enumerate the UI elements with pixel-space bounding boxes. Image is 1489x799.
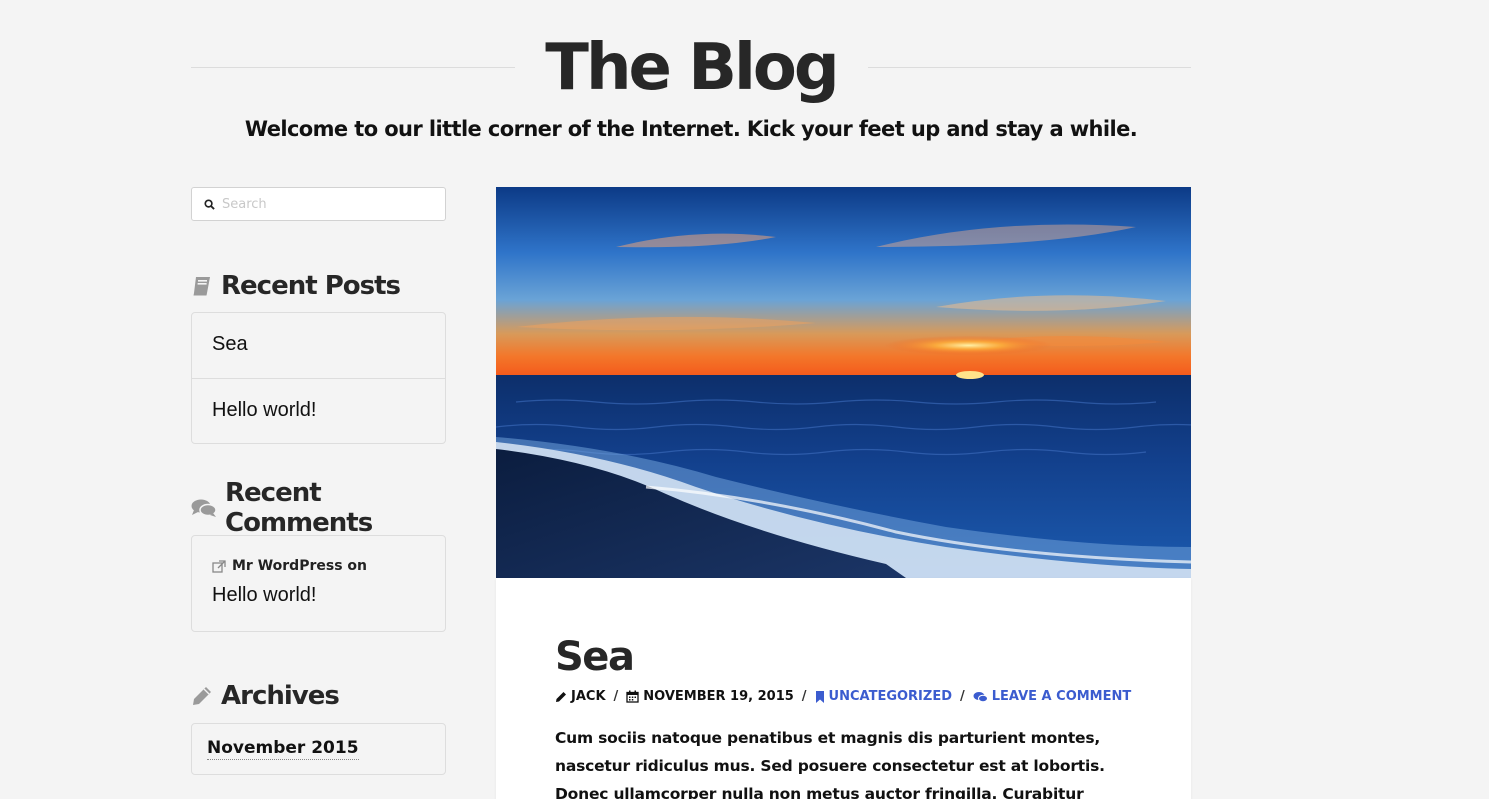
archives-list: November 2015 — [191, 723, 446, 775]
featured-image[interactable] — [496, 187, 1191, 578]
recent-post-link[interactable]: Sea — [192, 313, 445, 378]
post-author[interactable]: JACK — [555, 689, 606, 704]
recent-posts-list: Sea Hello world! — [191, 312, 446, 444]
page: The Blog Welcome to our little corner of… — [0, 0, 1489, 799]
meta-separator: / — [613, 689, 619, 704]
recent-posts-heading: Recent Posts — [191, 268, 401, 304]
recent-post-link[interactable]: Hello world! — [192, 378, 445, 443]
meta-separator: / — [801, 689, 807, 704]
leave-comment-link[interactable]: LEAVE A COMMENT — [973, 689, 1132, 704]
search-box[interactable] — [191, 187, 446, 221]
pencil-icon — [191, 685, 213, 707]
site-title[interactable]: The Blog — [191, 28, 1191, 108]
bookmark-icon — [815, 690, 824, 703]
post-date[interactable]: NOVEMBER 19, 2015 — [626, 689, 794, 704]
archive-link[interactable]: November 2015 — [207, 738, 359, 760]
calendar-icon — [626, 690, 639, 703]
meta-separator: / — [960, 689, 965, 704]
external-link-icon — [212, 559, 226, 573]
post-author-name: JACK — [571, 689, 606, 704]
archives-title: Archives — [221, 681, 340, 711]
pencil-icon — [556, 691, 566, 702]
comment-post-link[interactable]: Hello world! — [212, 584, 316, 607]
post-card: Sea JACK / NOVEMBER 19, 2015 / UNCATEGOR… — [496, 578, 1191, 799]
recent-posts-title: Recent Posts — [221, 271, 401, 301]
post-category-link[interactable]: UNCATEGORIZED — [815, 689, 952, 704]
comment-meta: Mr WordPress on — [212, 558, 367, 574]
search-icon — [204, 199, 215, 210]
recent-comments-title: Recent Comments — [225, 478, 373, 538]
post-category-text: UNCATEGORIZED — [828, 689, 952, 704]
leave-comment-text: LEAVE A COMMENT — [991, 689, 1132, 704]
post-meta: JACK / NOVEMBER 19, 2015 / UNCATEGORIZED… — [555, 689, 1131, 704]
recent-comments-box: Mr WordPress on Hello world! — [191, 535, 446, 632]
main-content: Sea JACK / NOVEMBER 19, 2015 / UNCATEGOR… — [496, 187, 1191, 799]
book-icon — [191, 275, 213, 297]
archives-heading: Archives — [191, 678, 340, 714]
post-excerpt: Cum sociis natoque penatibus et magnis d… — [555, 729, 1105, 799]
site-tagline: Welcome to our little corner of the Inte… — [244, 117, 1138, 141]
comments-icon — [191, 498, 217, 518]
comment-author[interactable]: Mr WordPress on — [232, 558, 367, 574]
site-header: The Blog Welcome to our little corner of… — [191, 28, 1191, 158]
recent-comments-heading: Recent Comments — [191, 478, 446, 538]
sunset-sea-image — [496, 187, 1191, 578]
post-date-text: NOVEMBER 19, 2015 — [643, 689, 794, 704]
post-title[interactable]: Sea — [555, 634, 635, 680]
search-input[interactable] — [222, 192, 437, 216]
comments-icon — [973, 691, 988, 702]
